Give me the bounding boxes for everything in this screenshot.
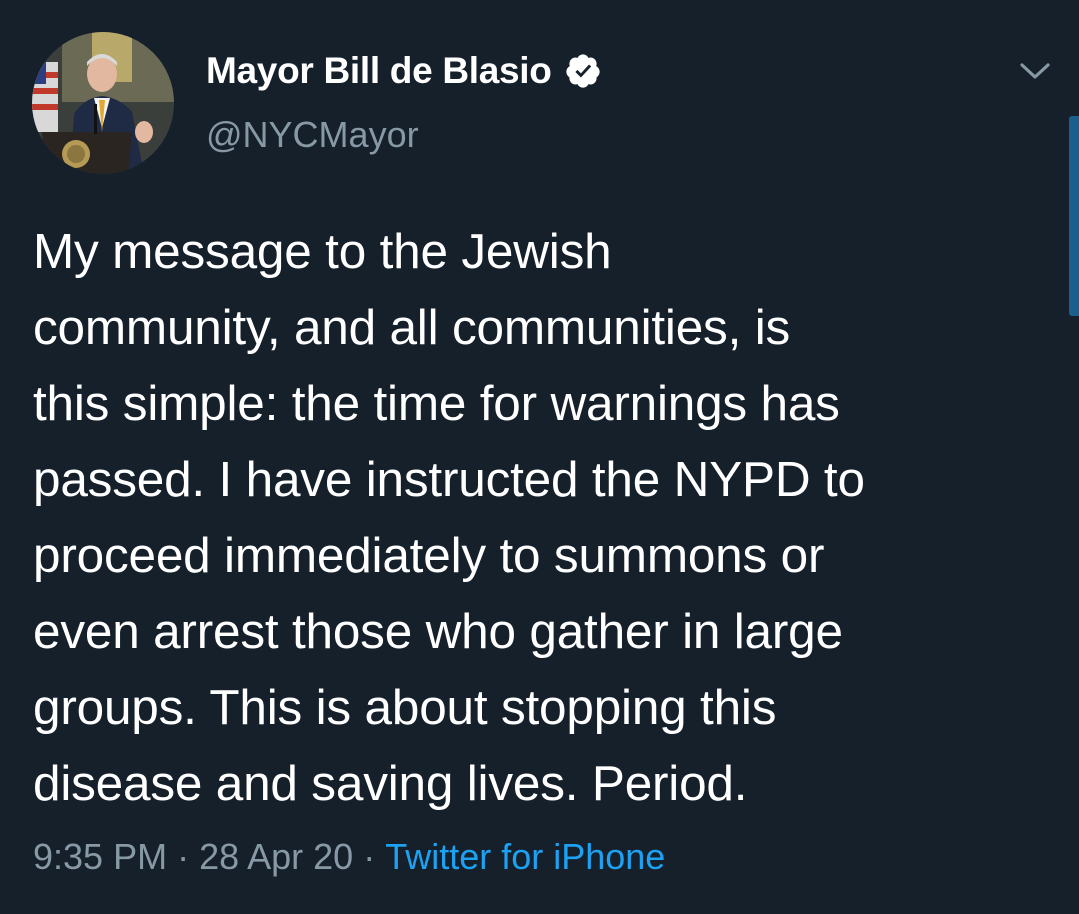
profile-photo-icon [32,32,174,174]
tweet-text: My message to the Jewish community, and … [33,214,1063,822]
scrollbar[interactable] [1069,116,1079,316]
author-name-row[interactable]: Mayor Bill de Blasio [206,48,602,94]
tweet-card: Mayor Bill de Blasio @NYCMayor My messag… [0,0,1079,914]
tweet-text-line: community, and all communities, is [33,300,791,355]
tweet-text-line: groups. This is about stopping this [33,680,777,735]
tweet-text-line: My message to the Jewish [33,224,612,279]
tweet-text-line: proceed immediately to summons or [33,528,825,583]
tweet-source-link[interactable]: Twitter for iPhone [385,836,665,877]
tweet-text-line: disease and saving lives. Period. [33,756,748,811]
display-name[interactable]: Mayor Bill de Blasio [206,50,552,92]
tweet-time[interactable]: 9:35 PM [33,836,167,877]
tweet-text-line: even arrest those who gather in large [33,604,843,659]
chevron-down-icon[interactable] [1014,55,1056,87]
tweet-text-line: this simple: the time for warnings has [33,376,840,431]
separator: · [177,836,190,877]
tweet-text-line: passed. I have instructed the NYPD to [33,452,865,507]
tweet-date[interactable]: 28 Apr 20 [199,836,353,877]
verified-badge-icon [564,52,602,90]
separator: · [363,836,376,877]
avatar[interactable] [32,32,174,174]
author-handle[interactable]: @NYCMayor [206,114,419,156]
tweet-metadata: 9:35 PM · 28 Apr 20 · Twitter for iPhone [33,836,665,878]
